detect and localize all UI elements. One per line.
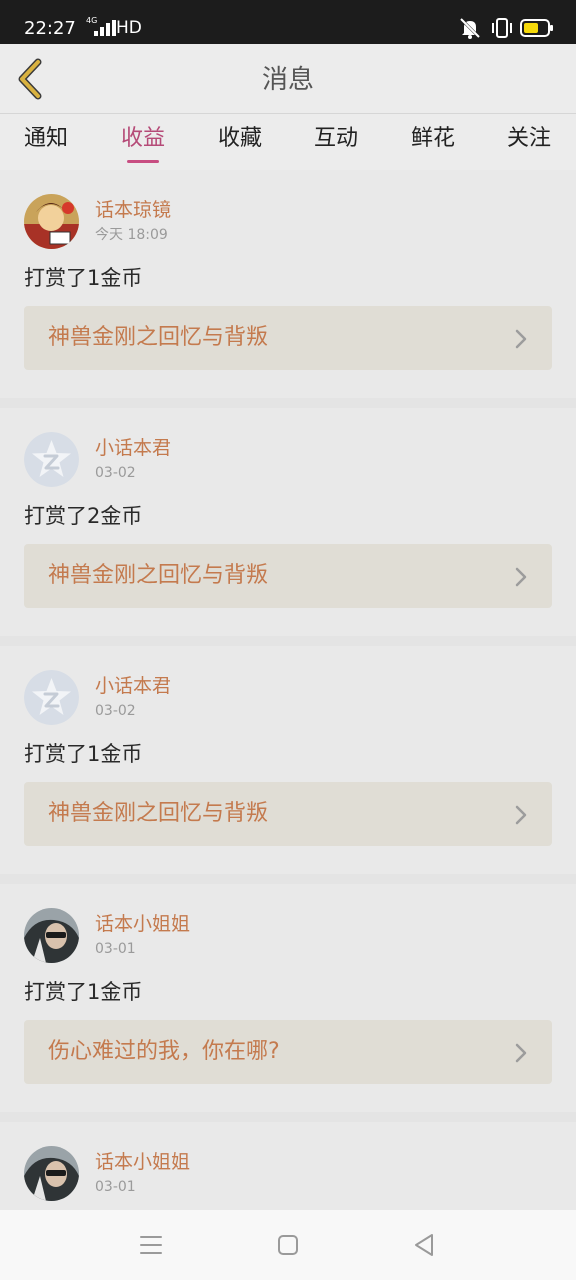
message-text: 打赏了1金币 — [24, 266, 143, 290]
star-logo-icon — [24, 432, 79, 487]
username[interactable]: 话本琼镜 — [95, 198, 171, 222]
tab-earnings[interactable]: 收益 — [103, 124, 183, 163]
work-title: 神兽金刚之回忆与背叛 — [48, 563, 269, 588]
tab-following[interactable]: 关注 — [489, 124, 569, 154]
message-time: 03-02 — [95, 465, 136, 481]
chevron-right-icon — [515, 329, 527, 349]
tab-label: 收益 — [120, 126, 165, 151]
vibrate-icon — [492, 18, 512, 38]
app-header: 消息 — [0, 44, 576, 114]
message-time: 03-02 — [95, 703, 136, 719]
avatar[interactable] — [24, 1146, 79, 1201]
username[interactable]: 话本小姐姐 — [95, 912, 190, 936]
tab-bar: 通知 收益 收藏 互动 鲜花 关注 — [0, 114, 576, 170]
work-link[interactable]: 神兽金刚之回忆与背叛 — [24, 782, 552, 846]
battery-icon — [520, 19, 553, 37]
back-triangle-icon[interactable] — [413, 1232, 435, 1258]
message-card: 小话本君 03-02 打赏了2金币 神兽金刚之回忆与背叛 — [0, 408, 576, 636]
username[interactable]: 小话本君 — [95, 436, 171, 460]
status-bar: 22:27 4G HD — [0, 0, 576, 44]
photo-avatar-icon — [24, 1146, 79, 1201]
work-title: 神兽金刚之回忆与背叛 — [48, 325, 269, 350]
message-time: 今天 18:09 — [95, 227, 168, 243]
avatar[interactable] — [24, 670, 79, 725]
message-text: 打赏了1金币 — [24, 742, 143, 766]
work-link[interactable]: 神兽金刚之回忆与背叛 — [24, 306, 552, 370]
tab-label: 鲜花 — [410, 126, 455, 151]
star-logo-icon — [24, 670, 79, 725]
network-indicator: 4G HD — [86, 16, 156, 38]
active-tab-indicator — [127, 160, 159, 163]
home-icon[interactable] — [277, 1232, 299, 1258]
username[interactable]: 话本小姐姐 — [95, 1150, 190, 1174]
tab-label: 通知 — [23, 126, 68, 151]
avatar[interactable] — [24, 432, 79, 487]
work-link[interactable]: 伤心难过的我，你在哪? — [24, 1020, 552, 1084]
message-time: 03-01 — [95, 941, 136, 957]
message-card: 话本琼镜 今天 18:09 打赏了1金币 神兽金刚之回忆与背叛 — [0, 170, 576, 398]
message-text: 打赏了2金币 — [24, 504, 143, 528]
tab-label: 互动 — [313, 126, 358, 151]
chevron-right-icon — [515, 805, 527, 825]
menu-icon[interactable] — [140, 1232, 162, 1258]
tab-interactions[interactable]: 互动 — [296, 124, 376, 154]
message-text: 打赏了1金币 — [24, 980, 143, 1004]
tab-notifications[interactable]: 通知 — [6, 124, 86, 154]
tab-flowers[interactable]: 鲜花 — [393, 124, 473, 154]
system-nav-bar — [0, 1210, 576, 1280]
chevron-right-icon — [515, 1043, 527, 1063]
tab-label: 收藏 — [217, 126, 262, 151]
work-link[interactable]: 神兽金刚之回忆与背叛 — [24, 544, 552, 608]
chevron-right-icon — [515, 567, 527, 587]
mute-vibrate-icon — [459, 17, 481, 39]
signal-icon — [94, 20, 116, 36]
message-card: 话本小姐姐 03-01 — [0, 1122, 576, 1210]
photo-avatar-icon — [24, 908, 79, 963]
message-time: 03-01 — [95, 1179, 136, 1195]
tab-favorites[interactable]: 收藏 — [200, 124, 280, 154]
status-icons — [458, 17, 554, 39]
page-title: 消息 — [261, 65, 314, 95]
message-card: 小话本君 03-02 打赏了1金币 神兽金刚之回忆与背叛 — [0, 646, 576, 874]
message-card: 话本小姐姐 03-01 打赏了1金币 伤心难过的我，你在哪? — [0, 884, 576, 1112]
hd-label: HD — [116, 18, 142, 38]
avatar[interactable] — [24, 908, 79, 963]
comic-avatar-icon — [24, 194, 79, 249]
status-time: 22:27 — [24, 18, 76, 39]
work-title: 神兽金刚之回忆与背叛 — [48, 801, 269, 826]
tab-label: 关注 — [506, 126, 551, 151]
work-title: 伤心难过的我，你在哪? — [48, 1039, 280, 1064]
avatar[interactable] — [24, 194, 79, 249]
username[interactable]: 小话本君 — [95, 674, 171, 698]
